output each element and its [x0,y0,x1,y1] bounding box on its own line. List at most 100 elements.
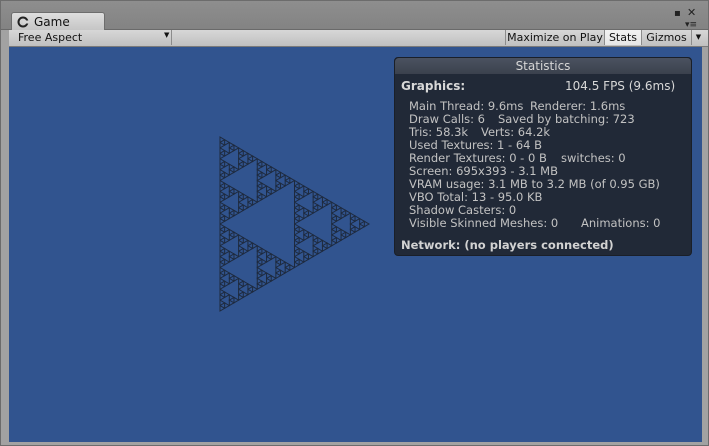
fractal-triangle [242,160,249,168]
fractal-triangle [349,212,357,220]
fractal-triangle [238,206,245,214]
fractal-triangle [266,277,273,285]
aspect-dropdown[interactable]: Free Aspect ▼ [9,30,172,45]
menu-lines-icon[interactable]: ▾≡ [685,20,697,30]
network-status: Network: (no players connected) [401,238,614,252]
fractal-triangle [256,277,263,285]
close-icon[interactable]: ✕ [687,7,696,18]
fractal-triangle [228,141,235,149]
fractal-triangle [219,157,226,166]
game-viewport[interactable]: Statistics Graphics: 104.5 FPS (9.6ms) M… [9,47,702,442]
fractal-triangle [261,160,268,168]
fractal-triangle [219,288,226,296]
fractal-triangle [247,195,254,204]
fractal-triangle [340,206,347,214]
fractal-triangle [252,155,259,163]
stat-verts: Verts: 64.2k [481,125,551,139]
fractal-triangle [247,152,254,160]
stat-render-textures: Render Textures: 0 - 0 B [409,151,547,165]
fractal-triangle [345,209,352,217]
fractal-triangle [228,168,235,176]
fractal-triangle [219,277,226,285]
fractal-triangle [298,214,305,223]
fractal-triangle [252,285,259,293]
fractal-triangle [275,168,282,176]
fractal-triangle [228,272,235,280]
game-toolbar: Free Aspect ▼ Maximize on Play Stats Giz… [9,30,708,47]
fractal-triangle [261,280,268,288]
fractal-triangle [280,171,287,179]
fractal-triangle [294,261,301,269]
fractal-triangle [224,138,231,147]
fractal-triangle [294,234,301,242]
statistics-title: Statistics [395,58,691,74]
fractal-triangle [256,272,263,280]
fractal-triangle [228,277,235,285]
fractal-triangle [354,225,361,234]
fractal-triangle [289,263,296,272]
fractal-triangle [219,152,226,160]
fractal-triangle [284,266,291,274]
stat-main-thread: Main Thread: 9.6ms [409,99,524,113]
fractal-triangle [331,217,338,225]
fractal-triangle [326,198,333,206]
fractal-triangle [312,201,319,209]
fractal-triangle [238,234,245,242]
fractal-triangle [219,299,226,307]
fractal-triangle [224,149,231,157]
fractal-triangle [335,225,343,234]
stat-tris: Tris: 58.3k [409,125,469,139]
maximize-on-play-button[interactable]: Maximize on Play [505,30,604,45]
window-icon[interactable]: ▪ [674,9,681,19]
fractal-triangle [294,244,301,253]
fractal-triangle [252,198,259,206]
fractal-triangle [256,195,263,204]
fractal-triangle [233,209,240,217]
fractal-triangle [294,223,301,231]
fractal-triangle [228,250,235,258]
fractal-triangle [247,157,254,166]
game-window: Game ▪ ✕ ▾≡ Free Aspect ▼ Maximize on Pl… [0,0,709,446]
unity-game-icon [17,16,29,28]
fractal-triangle [307,231,315,239]
fractal-triangle [228,255,235,263]
fractal-triangle [266,272,273,280]
fractal-triangle [261,193,268,201]
fractal-triangle [228,212,235,220]
fractal-triangle [261,269,268,277]
fractal-triangle [261,182,268,190]
fractal-triangle [224,301,231,310]
fractal-triangle [242,280,249,288]
gizmos-dropdown-arrow-icon[interactable]: ▼ [691,30,705,45]
stats-button[interactable]: Stats [604,30,641,45]
fractal-triangle [270,253,277,261]
fractal-triangle [242,193,249,201]
fractal-triangle [228,206,235,214]
fractal-triangle [256,163,263,171]
fractal-triangle [284,261,291,269]
fractal-triangle [312,206,319,214]
fractal-triangle [261,171,268,179]
fractal-triangle [256,157,263,166]
fractal-triangle [294,201,301,209]
fractal-triangle [312,234,319,242]
fractal-triangle [280,258,287,266]
fractal-triangle [275,255,282,263]
fractal-triangle [219,250,226,258]
fractal-triangle [238,277,245,285]
fractal-triangle [266,255,273,263]
fractal-triangle [238,201,245,209]
fractal-triangle [340,228,347,236]
fractal-triangle [294,255,301,263]
tab-game[interactable]: Game [11,12,105,31]
gizmos-button[interactable]: Gizmos [641,30,691,45]
fractal-triangle [298,193,305,201]
fractal-triangle [219,244,226,253]
fractal-triangle [247,201,254,209]
fractal-triangle [321,244,329,253]
fractal-triangle [298,225,305,234]
stat-saved-batching: Saved by batching: 723 [498,112,635,126]
fractal-triangle [303,206,310,214]
fractal-triangle [312,195,319,204]
stat-used-textures: Used Textures: 1 - 64 B [409,138,543,152]
